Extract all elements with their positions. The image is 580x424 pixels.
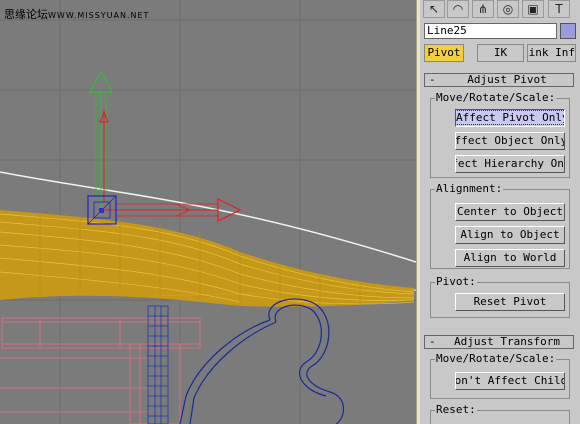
object-color-swatch[interactable] (560, 23, 576, 39)
group-move-rotate-scale-transform: Move/Rotate/Scale: Don't Affect Children (430, 352, 570, 399)
rollout-adjust-pivot[interactable]: - Adjust Pivot (424, 73, 574, 87)
watermark-url: WWW.MISSYUAN.NET (48, 11, 150, 20)
rollout-adjust-transform[interactable]: - Adjust Transform (424, 335, 574, 349)
collapse-icon: - (429, 335, 436, 348)
center-to-object-button[interactable]: Center to Object (455, 203, 565, 221)
line25-shape (179, 298, 345, 424)
tab-pivot[interactable]: Pivot (424, 44, 464, 62)
affect-pivot-only-button[interactable]: Affect Pivot Only (455, 109, 565, 127)
button-label: Center to Object (457, 205, 563, 218)
align-to-world-button[interactable]: Align to World (455, 249, 565, 267)
grid (0, 0, 416, 424)
group-pivot: Pivot: Reset Pivot (430, 275, 570, 318)
group-label: Reset: (435, 403, 477, 416)
rollout-title: Adjust Transform (454, 335, 560, 348)
collapse-icon: - (429, 73, 436, 86)
group-label: Alignment: (435, 182, 504, 195)
button-label: Affect Pivot Only (456, 110, 564, 125)
group-alignment: Alignment: Center to Object Align to Obj… (430, 182, 570, 269)
roof-mesh (0, 210, 415, 307)
button-label: Align to World (463, 251, 557, 264)
tab-link-info[interactable]: Link Inf (527, 44, 576, 62)
align-to-object-button[interactable]: Align to Object (455, 226, 565, 244)
group-label: Move/Rotate/Scale: (435, 352, 557, 365)
blue-post (147, 305, 169, 424)
button-label: Affect Object Only (455, 134, 565, 147)
group-move-rotate-scale: Move/Rotate/Scale: Affect Pivot Only Aff… (430, 91, 570, 178)
affect-object-only-button[interactable]: Affect Object Only (455, 132, 565, 150)
watermark: 思缘论坛WWW.MISSYUAN.NET (4, 6, 149, 22)
viewport-perspective[interactable]: 思缘论坛WWW.MISSYUAN.NET (0, 0, 416, 424)
move-gizmo (87, 70, 242, 225)
display-tab-icon[interactable]: ▣ (522, 0, 544, 18)
reset-pivot-button[interactable]: Reset Pivot (455, 293, 565, 311)
group-label: Move/Rotate/Scale: (435, 91, 557, 104)
tab-ik[interactable]: IK (477, 44, 524, 62)
motion-tab-icon[interactable]: ◎ (497, 0, 519, 18)
button-label: Reset Pivot (473, 295, 547, 308)
group-label: Pivot: (435, 275, 477, 288)
viewport-canvas[interactable] (0, 0, 416, 424)
modify-tab-icon[interactable]: ◠ (447, 0, 469, 18)
button-label: Affect Hierarchy Only (456, 157, 564, 170)
group-reset: Reset: (430, 403, 570, 424)
hierarchy-tab-icon[interactable]: ⋔ (472, 0, 494, 18)
button-label: Don't Affect Children (455, 374, 564, 387)
affect-hierarchy-only-button[interactable]: Affect Hierarchy Only (455, 155, 565, 173)
pink-beam (0, 317, 201, 424)
command-panel: ↖ ◠ ⋔ ◎ ▣ T Line25 Pivot IK Link Inf - Adjust… (420, 0, 580, 424)
button-label: Align to Object (460, 228, 560, 241)
dont-affect-children-button[interactable]: Don't Affect Children (455, 372, 565, 390)
create-tab-icon[interactable]: ↖ (423, 0, 445, 18)
utilities-tab-icon[interactable]: T (548, 0, 570, 18)
tab-link-info-label: Link Inf (527, 46, 575, 59)
watermark-brand: 思缘论坛 (4, 8, 48, 21)
object-name-field[interactable]: Line25 (424, 23, 557, 39)
rollout-title: Adjust Pivot (467, 73, 547, 86)
